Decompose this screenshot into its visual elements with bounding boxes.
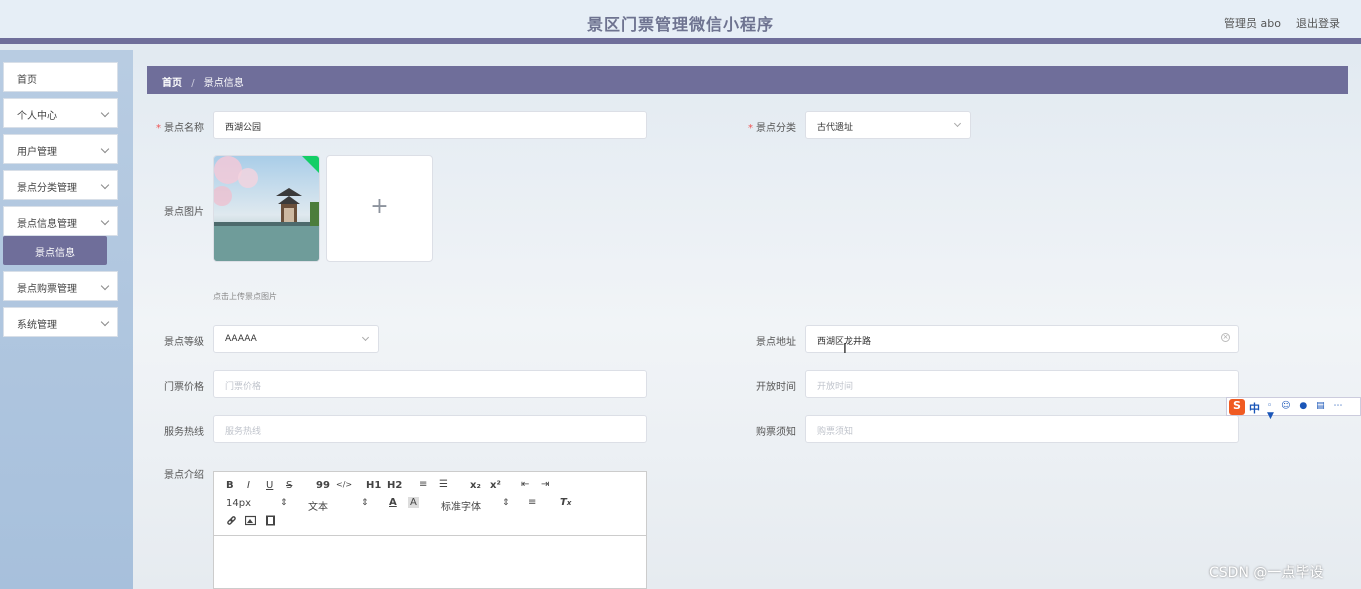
superscript-button[interactable]: x²	[490, 480, 501, 491]
notice-input[interactable]: 购票须知	[805, 415, 1239, 443]
price-label: 门票价格	[164, 382, 204, 393]
breadcrumb-separator: /	[191, 78, 195, 89]
sidebar-item-spot-info-management[interactable]: 景点信息管理	[3, 206, 118, 236]
sidebar-item-label: 景点分类管理	[17, 183, 77, 194]
link-icon[interactable]	[226, 515, 237, 529]
subscript-button[interactable]: x₂	[470, 480, 481, 491]
strike-button[interactable]: S	[286, 480, 292, 491]
open-time-input[interactable]: 开放时间	[805, 370, 1239, 398]
name-input[interactable]: 西湖公园	[213, 111, 647, 139]
clear-format-button[interactable]: Tx	[560, 497, 571, 508]
chevron-down-icon	[100, 144, 110, 154]
indent-button[interactable]: ⇥	[541, 479, 549, 490]
sidebar-item-home[interactable]: 首页	[3, 62, 118, 92]
watermark: CSDN @一点毕设	[1209, 565, 1324, 581]
level-selected: AAAAA	[225, 334, 257, 344]
open-time-label: 开放时间	[756, 382, 796, 393]
editor-toolbar: B I U S 99 </> H1 H2 ≡ ☰ x₂ x² ⇤ ⇥ 14px …	[214, 472, 646, 536]
price-input[interactable]: 门票价格	[213, 370, 647, 398]
level-label: 景点等级	[164, 337, 204, 348]
font-color-button[interactable]: A	[389, 497, 397, 508]
align-button[interactable]: ≡	[528, 497, 536, 508]
sidebar-item-category-management[interactable]: 景点分类管理	[3, 170, 118, 200]
underline-button[interactable]: U	[266, 480, 273, 491]
sidebar-item-label: 景点购票管理	[17, 284, 77, 295]
notice-label: 购票须知	[756, 427, 796, 438]
chevron-down-icon	[100, 216, 110, 226]
chevron-down-icon	[953, 119, 962, 128]
sidebar-item-personal-center[interactable]: 个人中心	[3, 98, 118, 128]
required-marker: *	[156, 123, 161, 134]
admin-username: 管理员 abo	[1224, 17, 1281, 30]
font-family-arrow-icon: ⇕	[502, 498, 510, 508]
sidebar-subitem-spot-info[interactable]: 景点信息	[3, 236, 107, 265]
bullet-list-button[interactable]: ☰	[439, 479, 448, 490]
name-label: * 景点名称	[156, 123, 204, 134]
header-select[interactable]: 文本	[308, 498, 328, 513]
ime-logo-icon: S	[1229, 399, 1245, 415]
category-select[interactable]: 古代遗址	[805, 111, 971, 139]
intro-label: 景点介绍	[164, 470, 204, 481]
logout-button[interactable]: 退出登录	[1296, 15, 1340, 31]
category-selected: 古代遗址	[817, 123, 854, 133]
font-family-select[interactable]: 标准字体	[441, 498, 481, 513]
spot-image-thumbnail[interactable]	[213, 155, 320, 262]
header-arrow-icon: ⇕	[361, 498, 369, 508]
ordered-list-button[interactable]: ≡	[419, 479, 427, 490]
required-marker: *	[748, 123, 753, 134]
sidebar-item-user-management[interactable]: 用户管理	[3, 134, 118, 164]
code-button[interactable]: </>	[336, 480, 352, 489]
address-label: 景点地址	[756, 337, 796, 348]
breadcrumb-current: 景点信息	[203, 78, 244, 89]
image-label: 景点图片	[164, 207, 204, 218]
h2-button[interactable]: H2	[387, 480, 402, 491]
top-header: 景区门票管理微信小程序 管理员 abo 退出登录	[0, 0, 1361, 44]
rich-text-editor[interactable]: B I U S 99 </> H1 H2 ≡ ☰ x₂ x² ⇤ ⇥ 14px …	[213, 471, 647, 589]
sidebar-item-label: 系统管理	[17, 320, 57, 331]
video-icon[interactable]	[265, 515, 276, 529]
text-cursor-icon: I	[843, 342, 847, 357]
chevron-down-icon	[100, 108, 110, 118]
font-size-arrow-icon: ⇕	[280, 498, 288, 508]
ime-tool-icons[interactable]: ◦ ☺ ● ▤ ⋯ ▼	[1267, 401, 1360, 421]
image-icon[interactable]	[244, 515, 257, 529]
plus-icon: +	[370, 194, 389, 219]
font-size-select[interactable]: 14px	[226, 498, 251, 509]
sidebar-item-label: 个人中心	[17, 111, 57, 122]
sidebar-item-ticket-management[interactable]: 景点购票管理	[3, 271, 118, 301]
ime-language-toggle[interactable]: 中	[1249, 400, 1260, 416]
sidebar-item-label: 景点信息管理	[17, 219, 77, 230]
background-color-button[interactable]: A	[408, 497, 419, 508]
italic-button[interactable]: I	[247, 480, 250, 491]
category-label: * 景点分类	[748, 123, 796, 134]
upload-tip: 点击上传景点图片	[213, 292, 277, 301]
chevron-down-icon	[100, 317, 110, 327]
chevron-down-icon	[100, 180, 110, 190]
pavilion-image	[214, 156, 319, 261]
blockquote-button[interactable]: 99	[316, 480, 330, 491]
bold-button[interactable]: B	[226, 480, 234, 491]
clear-icon[interactable]: ×	[1221, 333, 1230, 342]
ime-toolbar[interactable]: S 中 ◦ ☺ ● ▤ ⋯ ▼	[1226, 397, 1361, 421]
hotline-input[interactable]: 服务热线	[213, 415, 647, 443]
app-title: 景区门票管理微信小程序	[586, 15, 774, 34]
hotline-label: 服务热线	[164, 427, 204, 438]
chevron-down-icon	[100, 281, 110, 291]
image-upload-button[interactable]: +	[326, 155, 433, 262]
sidebar-item-label: 用户管理	[17, 147, 57, 158]
h1-button[interactable]: H1	[366, 480, 381, 491]
outdent-button[interactable]: ⇤	[521, 479, 529, 490]
sidebar-item-system-management[interactable]: 系统管理	[3, 307, 118, 337]
level-select[interactable]: AAAAA	[213, 325, 379, 353]
breadcrumb: 首页 / 景点信息	[147, 66, 1348, 94]
breadcrumb-home[interactable]: 首页	[162, 78, 182, 89]
chevron-down-icon	[361, 333, 370, 342]
sidebar-item-label: 首页	[17, 75, 37, 86]
address-input[interactable]: 西湖区龙井路 ×	[805, 325, 1239, 353]
